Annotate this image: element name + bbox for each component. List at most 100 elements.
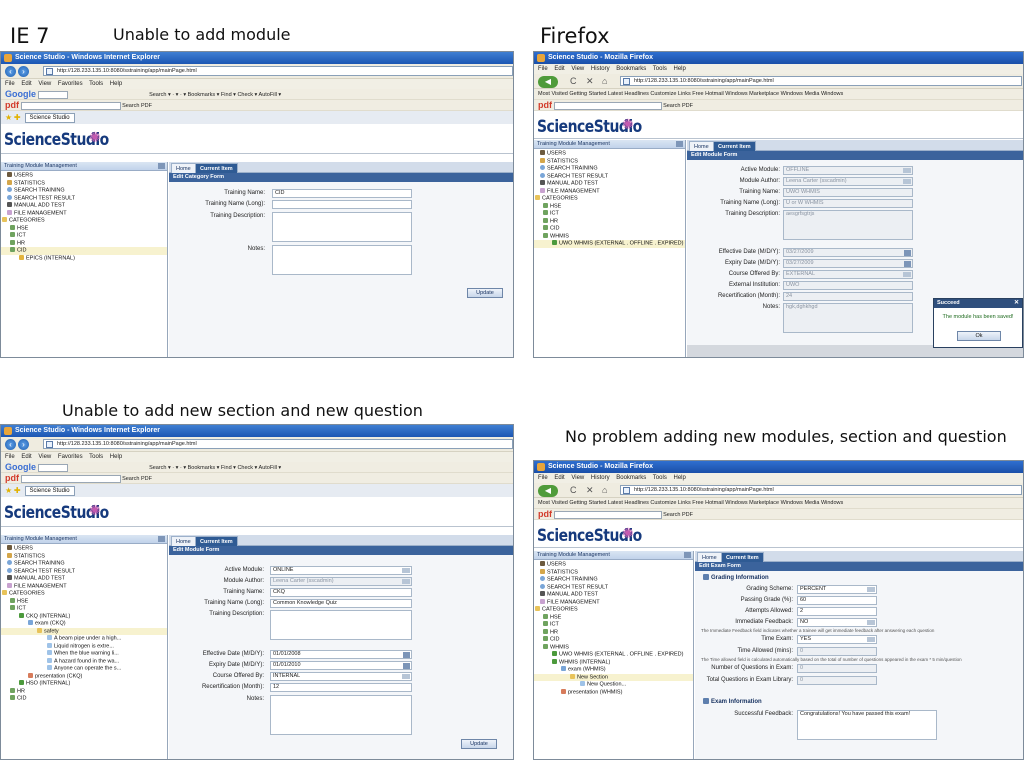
browser-tab[interactable]: Science Studio [24,113,75,124]
tree-node[interactable]: ICT [534,210,685,218]
tree-node[interactable]: MANUAL ADD TEST [534,180,685,188]
tree-node-selected[interactable]: UWO WHMIS (EXTERNAL . OFFLINE . EXPIRED) [534,240,685,248]
tab-home[interactable]: Home [171,536,196,546]
back-arrow-icon[interactable]: ‹ [5,439,16,450]
tree-node[interactable]: ICT [1,605,167,613]
ff-menubar[interactable]: File Edit View History Bookmarks Tools H… [534,473,1023,483]
tab-home[interactable]: Home [689,141,714,151]
google-search-box[interactable] [37,90,68,99]
tree-node[interactable]: HSE [534,613,693,622]
tree-node[interactable]: exam (WHMIS) [534,666,693,674]
module-author-select[interactable]: Leena Carter (sscadmin) [783,177,913,186]
collapse-icon[interactable] [676,141,683,147]
course-offered-select[interactable]: EXTERNAL [783,270,913,279]
recertification-input[interactable]: 24 [783,292,913,301]
forward-arrow-icon[interactable]: › [18,66,29,77]
calendar-icon[interactable] [403,652,410,658]
pdf-search-box[interactable] [553,510,662,519]
ie-menubar[interactable]: File Edit View Favorites Tools Help [1,79,513,89]
tab-current-item[interactable]: Current Item [195,536,238,546]
address-bar[interactable]: http://128.233.135.10:8080/sstraining/ap… [43,66,513,76]
favorites-star-icon[interactable]: ★ [5,486,12,495]
tree-node-selected[interactable]: safety [1,627,167,635]
tree-node[interactable]: CID [534,225,685,233]
tree-node[interactable]: SEARCH TEST RESULT [1,567,167,576]
tree-node[interactable]: CATEGORIES [1,217,167,225]
back-arrow-icon[interactable]: ◀ [538,485,558,497]
address-bar[interactable]: http://128.233.135.10:8080/sstraining/ap… [43,439,513,449]
pdf-search-box[interactable] [553,101,662,110]
tree-node[interactable]: EPICS (INTERNAL) [1,254,167,263]
tree-node[interactable]: ICT [534,621,693,629]
tree-node[interactable]: USERS [1,545,167,553]
active-module-select[interactable]: OFFLINE [783,166,913,175]
ok-button[interactable]: Ok [957,331,1001,341]
collapse-icon[interactable] [684,552,691,558]
tree-node[interactable]: USERS [534,561,693,569]
tree-node[interactable]: CKQ (INTERNAL) [1,612,167,621]
external-institution-input[interactable]: UWO [783,281,913,290]
home-icon[interactable]: ⌂ [602,76,607,87]
tree-node[interactable]: FILE MANAGEMENT [1,582,167,591]
tab-current-item[interactable]: Current Item [721,552,764,562]
tree-node[interactable]: SEARCH TEST RESULT [534,172,685,181]
tree-node[interactable]: Anyone can operate the s... [1,665,167,673]
training-name-input[interactable]: CID [272,189,412,198]
effective-date-input[interactable]: 03/27/2009 [783,248,913,257]
tree-node[interactable]: HSE [1,597,167,606]
effective-date-input[interactable]: 01/01/2008 [270,650,412,659]
tree-node[interactable]: SEARCH TRAINING [1,187,167,195]
tree-node[interactable]: WHMIS [534,643,693,652]
tree-node[interactable]: MANUAL ADD TEST [1,202,167,210]
tree-node[interactable]: WHMIS [534,232,685,241]
tree-node[interactable]: CATEGORIES [534,606,693,614]
collapse-icon[interactable] [158,536,165,542]
notes-input[interactable]: hgk,dghkhgd [783,303,913,333]
pdf-search-box[interactable] [20,474,121,483]
tab-current-item[interactable]: Current Item [195,163,238,173]
ff-menubar[interactable]: File Edit View History Bookmarks Tools H… [534,64,1023,74]
address-bar[interactable]: http://128.233.135.10:8080/sstraining/ap… [620,76,1022,86]
back-arrow-icon[interactable]: ◀ [538,76,558,88]
tree-node[interactable]: STATISTICS [534,568,693,577]
tree-node[interactable]: A beam pipe under a high... [1,635,167,643]
tree-node[interactable]: USERS [534,150,685,158]
tab-current-item[interactable]: Current Item [713,141,756,151]
stop-icon[interactable]: ✕ [586,76,594,87]
training-name-input[interactable]: CKQ [270,588,412,597]
tree-node[interactable]: CID [1,695,167,703]
tree-node-selected[interactable]: CID [1,247,167,255]
tree-node[interactable]: USERS [1,172,167,180]
time-exam-select[interactable]: YES [797,635,877,644]
tree-node[interactable]: CATEGORIES [534,195,685,203]
recertification-input[interactable]: 12 [270,683,412,692]
tree-node[interactable]: ICT [1,232,167,240]
attempts-allowed-input[interactable]: 2 [797,607,877,616]
update-button[interactable]: Update [461,739,497,749]
tree-node[interactable]: MANUAL ADD TEST [1,575,167,583]
grading-scheme-select[interactable]: PERCENT [797,585,877,594]
tree-node[interactable]: UWO WHMIS (EXTERNAL . OFFLINE . EXPIRED) [534,651,693,659]
tree-node[interactable]: WHMIS (INTERNAL) [534,658,693,667]
training-description-input[interactable] [272,212,412,242]
notes-input[interactable] [270,695,412,735]
tree-node[interactable]: FILE MANAGEMENT [1,209,167,218]
forward-arrow-icon[interactable]: › [18,439,29,450]
google-search-box[interactable] [37,463,68,472]
tree-node[interactable]: HR [1,239,167,248]
tree-node[interactable]: CATEGORIES [1,590,167,598]
expiry-date-input[interactable]: 01/01/2010 [270,661,412,670]
collapse-icon[interactable] [158,163,165,169]
tree-node[interactable]: FILE MANAGEMENT [534,598,693,607]
module-author-select[interactable]: Leena Carter (sscadmin) [270,577,412,586]
time-allowed-input[interactable]: 0 [797,647,877,656]
tree-node[interactable]: SEARCH TEST RESULT [1,194,167,203]
calendar-icon[interactable] [904,261,911,267]
tree-node[interactable]: SEARCH TRAINING [534,576,693,584]
tree-node[interactable]: SEARCH TRAINING [1,560,167,568]
ff-bookmarks-bar[interactable]: Most Visited Getting Started Latest Head… [534,498,1023,509]
tree-node[interactable]: exam (CKQ) [1,620,167,628]
training-name-input[interactable]: UWO WHMIS [783,188,913,197]
training-description-input[interactable] [270,610,412,640]
home-icon[interactable]: ⌂ [602,485,607,496]
